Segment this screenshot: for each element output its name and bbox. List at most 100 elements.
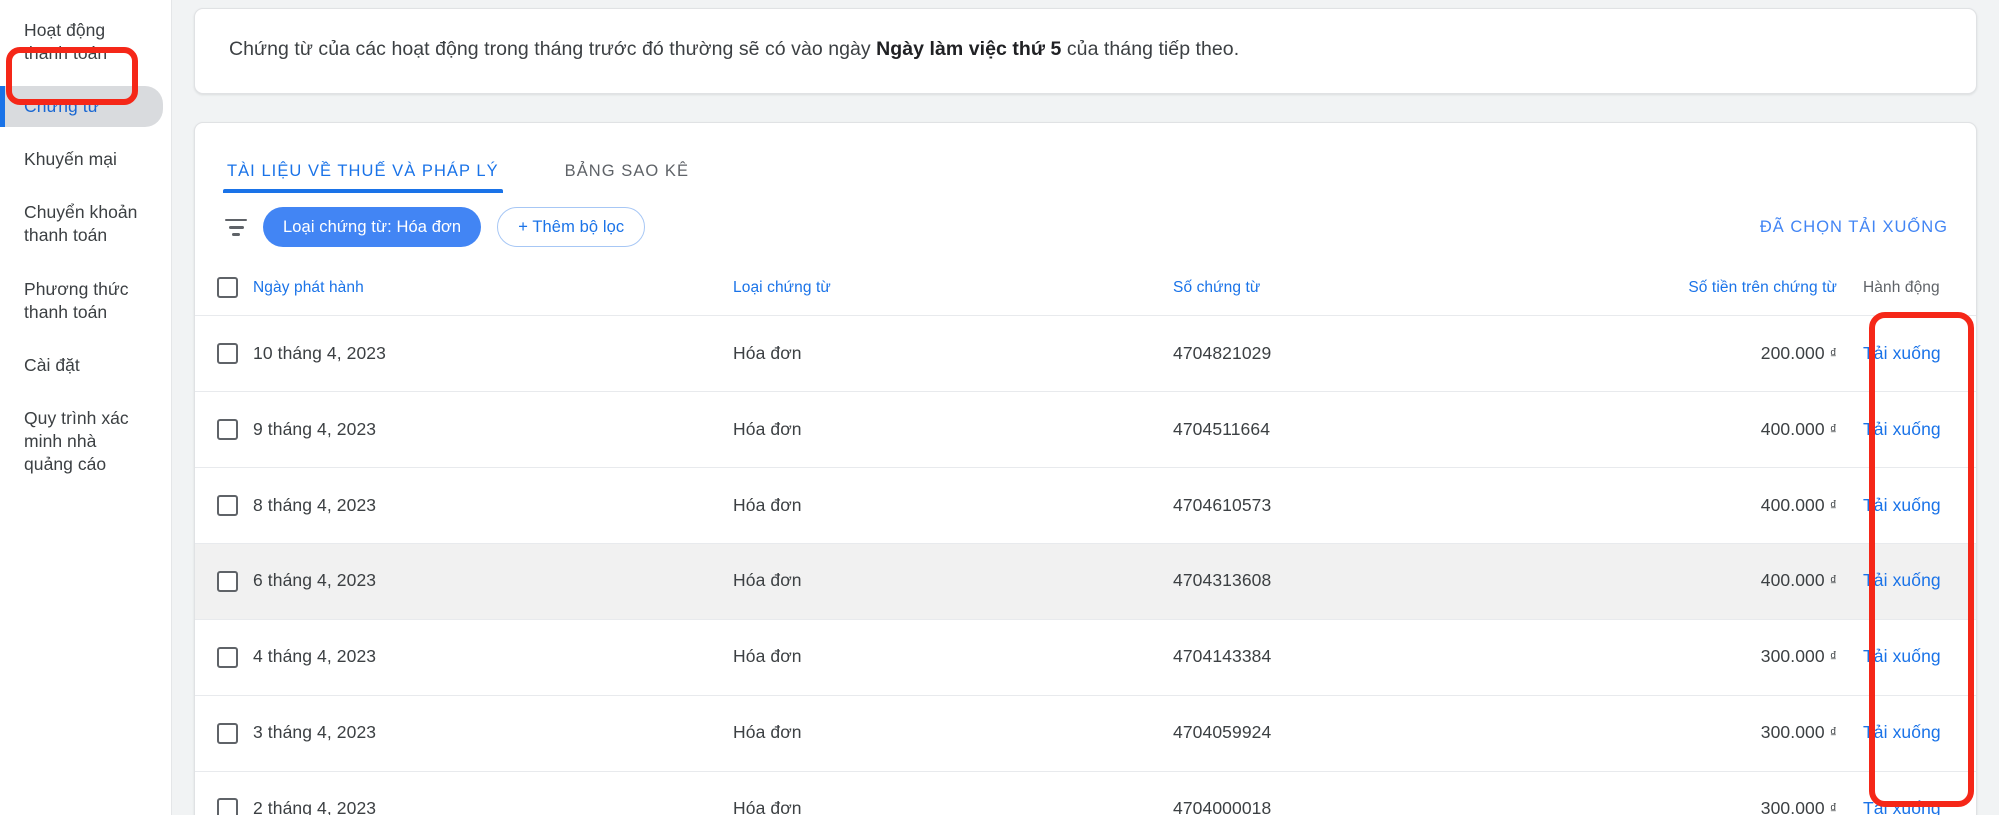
documents-card: TÀI LIỆU VỀ THUẾ VÀ PHÁP LÝ BẢNG SAO KÊ L… <box>194 122 1977 815</box>
download-row-link[interactable]: Tải xuống <box>1863 646 1941 666</box>
sidebar-item-label: Cài đặt <box>24 354 80 375</box>
sidebar-item-3[interactable]: Chuyển khoản thanh toán <box>0 192 163 256</box>
row-select-cell <box>195 619 253 696</box>
cell-document-number: 4704821029 <box>1173 315 1613 393</box>
download-row-link[interactable]: Tải xuống <box>1863 343 1941 363</box>
table-row[interactable]: 9 tháng 4, 2023 Hóa đơn 4704511664 400.000 … <box>195 391 1976 469</box>
tab-bar: TÀI LIỆU VỀ THUẾ VÀ PHÁP LÝ BẢNG SAO KÊ <box>195 137 1976 194</box>
row-checkbox[interactable] <box>217 494 238 516</box>
row-checkbox[interactable] <box>217 798 238 815</box>
info-banner-text-bold: Ngày làm việc thứ 5 <box>876 38 1062 60</box>
chip-add-filter[interactable]: + Thêm bộ lọc <box>497 207 646 248</box>
row-checkbox[interactable] <box>217 343 238 365</box>
amount-value: 300.000 <box>1760 646 1825 667</box>
row-select-cell <box>195 771 253 815</box>
cell-action: Tải xuống <box>1863 467 1976 544</box>
cell-amount: 300.000 ₫ <box>1613 771 1863 815</box>
sidebar-item-5[interactable]: Cài đặt <box>0 345 163 386</box>
cell-action: Tải xuống <box>1863 771 1976 815</box>
column-header-number[interactable]: Số chứng từ <box>1173 261 1613 317</box>
cell-issue-date: 6 tháng 4, 2023 <box>253 543 733 620</box>
table-head: Ngày phát hành Loại chứng từ Số chứng từ… <box>195 261 1976 317</box>
amount-value: 300.000 <box>1760 722 1825 743</box>
table-body: 10 tháng 4, 2023 Hóa đơn 4704821029 200.000… <box>195 315 1976 815</box>
cell-document-type: Hóa đơn <box>733 391 1173 469</box>
tab-1[interactable]: BẢNG SAO KÊ <box>561 162 693 193</box>
column-header-amount[interactable]: Số tiền trên chứng từ <box>1613 261 1863 317</box>
table-row[interactable]: 3 tháng 4, 2023 Hóa đơn 4704059924 300.000 … <box>195 695 1976 772</box>
row-select-cell <box>195 467 253 544</box>
cell-document-type: Hóa đơn <box>733 619 1173 696</box>
table-row[interactable]: 4 tháng 4, 2023 Hóa đơn 4704143384 300.000 … <box>195 619 1976 696</box>
sidebar-item-label: Chuyển khoản thanh toán <box>24 202 138 246</box>
cell-amount: 400.000 ₫ <box>1613 467 1863 544</box>
cell-issue-date: 4 tháng 4, 2023 <box>253 619 733 696</box>
sidebar-item-2[interactable]: Khuyến mại <box>0 139 163 180</box>
cell-document-number: 4704610573 <box>1173 467 1613 544</box>
app-root: Hoạt động thanh toán Chứng từ Khuyến mại Ch… <box>0 0 1999 815</box>
currency-symbol: ₫ <box>1829 496 1837 513</box>
column-header-date[interactable]: Ngày phát hành <box>253 261 733 317</box>
cell-document-type: Hóa đơn <box>733 543 1173 620</box>
download-row-link[interactable]: Tải xuống <box>1863 495 1941 515</box>
cell-document-type: Hóa đơn <box>733 771 1173 815</box>
table-row[interactable]: 6 tháng 4, 2023 Hóa đơn 4704313608 400.000 … <box>195 543 1976 620</box>
amount-value: 200.000 <box>1760 342 1825 363</box>
row-checkbox[interactable] <box>217 419 238 441</box>
row-checkbox[interactable] <box>217 570 238 592</box>
currency-symbol: ₫ <box>1829 572 1837 589</box>
cell-amount: 400.000 ₫ <box>1613 543 1863 620</box>
amount-value: 300.000 <box>1760 798 1825 815</box>
cell-document-number: 4704511664 <box>1173 391 1613 469</box>
info-banner: Chứng từ của các hoạt động trong tháng t… <box>194 8 1977 95</box>
sidebar-item-6[interactable]: Quy trình xác minh nhà quảng cáo <box>0 398 163 485</box>
cell-document-number: 4704313608 <box>1173 543 1613 620</box>
select-all-cell <box>195 261 253 317</box>
cell-document-number: 4704143384 <box>1173 619 1613 696</box>
content-area: Chứng từ của các hoạt động trong tháng t… <box>172 0 1999 815</box>
info-banner-text-after: của tháng tiếp theo. <box>1061 38 1240 60</box>
download-selected-button[interactable]: ĐÃ CHỌN TẢI XUỐNG <box>1760 218 1952 237</box>
sidebar-item-label: Quy trình xác minh nhà quảng cáo <box>24 407 129 475</box>
table-row[interactable]: 8 tháng 4, 2023 Hóa đơn 4704610573 400.000 … <box>195 467 1976 544</box>
select-all-checkbox[interactable] <box>217 277 238 299</box>
sidebar-item-1[interactable]: Chứng từ <box>0 86 163 128</box>
sidebar-item-label: Khuyến mại <box>24 149 117 170</box>
sidebar-item-label: Hoạt động thanh toán <box>24 20 108 64</box>
amount-value: 400.000 <box>1760 494 1825 515</box>
filter-toolbar: Loại chứng từ: Hóa đơn + Thêm bộ lọc ĐÃ … <box>195 193 1976 261</box>
sidebar-item-label: Phương thức thanh toán <box>24 278 129 322</box>
cell-action: Tải xuống <box>1863 543 1976 620</box>
download-row-link[interactable]: Tải xuống <box>1863 419 1941 439</box>
amount-value: 400.000 <box>1760 418 1825 439</box>
cell-document-type: Hóa đơn <box>733 467 1173 544</box>
tab-0[interactable]: TÀI LIỆU VỀ THUẾ VÀ PHÁP LÝ <box>223 162 503 194</box>
cell-document-type: Hóa đơn <box>733 695 1173 772</box>
currency-symbol: ₫ <box>1829 420 1837 437</box>
cell-action: Tải xuống <box>1863 315 1976 393</box>
amount-value: 400.000 <box>1760 570 1825 591</box>
download-row-link[interactable]: Tải xuống <box>1863 798 1941 815</box>
currency-symbol: ₫ <box>1829 800 1837 815</box>
cell-action: Tải xuống <box>1863 695 1976 772</box>
currency-symbol: ₫ <box>1829 724 1837 741</box>
row-checkbox[interactable] <box>217 722 238 744</box>
sidebar-item-0[interactable]: Hoạt động thanh toán <box>0 10 163 74</box>
cell-issue-date: 9 tháng 4, 2023 <box>253 391 733 469</box>
table-row[interactable]: 2 tháng 4, 2023 Hóa đơn 4704000018 300.000 … <box>195 771 1976 815</box>
row-checkbox[interactable] <box>217 646 238 668</box>
info-banner-text-before: Chứng từ của các hoạt động trong tháng t… <box>229 38 877 60</box>
cell-amount: 200.000 ₫ <box>1613 315 1863 393</box>
download-row-link[interactable]: Tải xuống <box>1863 722 1941 742</box>
sidebar-item-4[interactable]: Phương thức thanh toán <box>0 269 163 333</box>
sidebar-nav: Hoạt động thanh toán Chứng từ Khuyến mại Ch… <box>0 0 172 815</box>
row-select-cell <box>195 391 253 469</box>
cell-issue-date: 10 tháng 4, 2023 <box>253 315 733 393</box>
row-select-cell <box>195 695 253 772</box>
download-row-link[interactable]: Tải xuống <box>1863 570 1941 590</box>
chip-document-type-filter[interactable]: Loại chứng từ: Hóa đơn <box>263 207 482 248</box>
column-header-type[interactable]: Loại chứng từ <box>733 261 1173 317</box>
documents-table: Ngày phát hành Loại chứng từ Số chứng từ… <box>195 261 1976 815</box>
table-row[interactable]: 10 tháng 4, 2023 Hóa đơn 4704821029 200.000… <box>195 315 1976 393</box>
filter-list-icon[interactable] <box>223 214 249 240</box>
